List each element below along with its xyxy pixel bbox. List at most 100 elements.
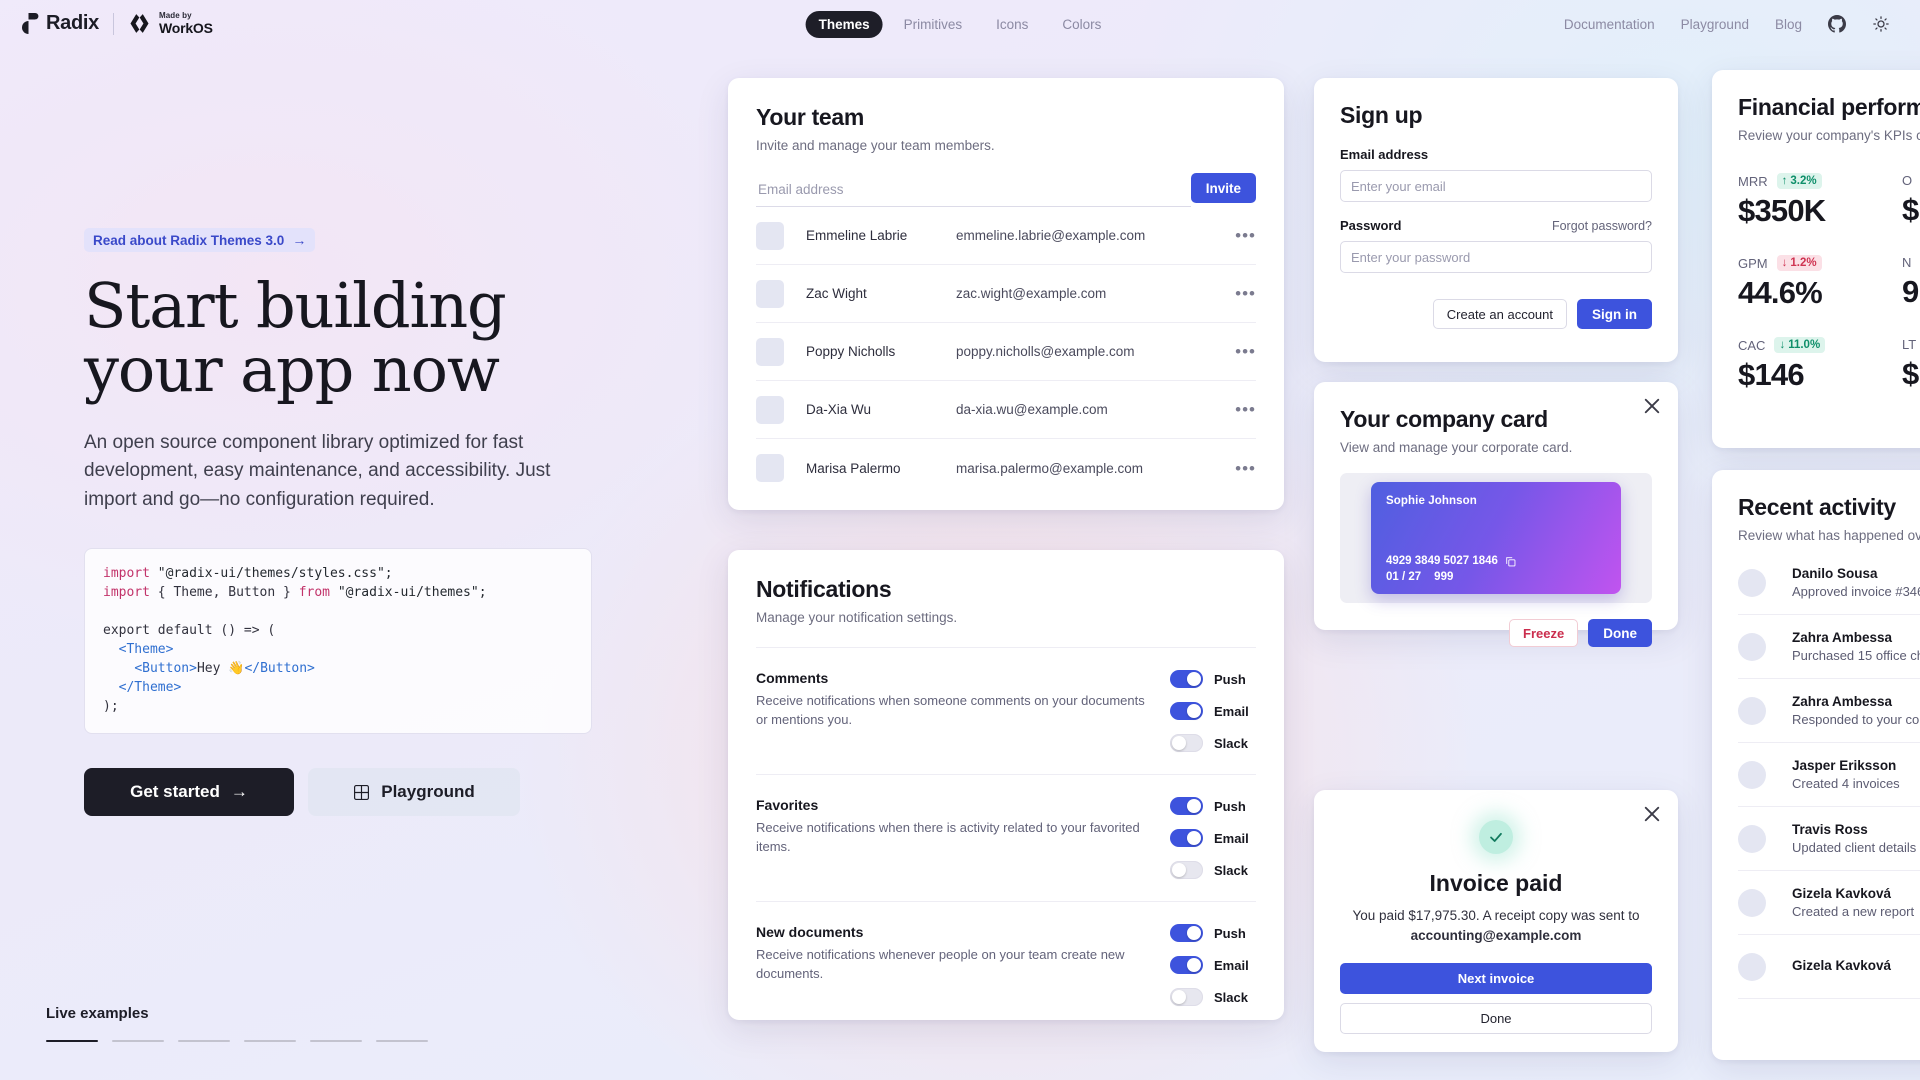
kpi-header: O bbox=[1902, 173, 1920, 188]
team-member-name: Zac Wight bbox=[806, 286, 867, 301]
radix-logo-link[interactable]: Radix bbox=[22, 12, 99, 35]
list-item[interactable]: Gizela Kavková Created a new report bbox=[1738, 871, 1920, 935]
team-member-email: poppy.nicholls@example.com bbox=[956, 344, 1135, 359]
check-icon bbox=[1490, 832, 1502, 842]
notification-group-description: Receive notifications whenever people on… bbox=[756, 947, 1125, 981]
toggle-push[interactable] bbox=[1170, 797, 1203, 815]
avatar bbox=[1738, 760, 1766, 789]
switch-row-email[interactable]: Email bbox=[1170, 956, 1256, 974]
email-field[interactable] bbox=[1340, 170, 1652, 202]
toggle-slack[interactable] bbox=[1170, 988, 1203, 1006]
row-menu-icon[interactable]: ••• bbox=[1235, 285, 1256, 302]
activity-person-name: Zahra Ambessa bbox=[1792, 694, 1893, 709]
team-member-name: Da-Xia Wu bbox=[806, 402, 872, 417]
sign-in-button[interactable]: Sign in bbox=[1577, 299, 1652, 329]
copy-icon[interactable] bbox=[1505, 556, 1516, 567]
activity-text: Zahra Ambessa Purchased 15 office chair bbox=[1792, 630, 1920, 663]
nav-tab-icons[interactable]: Icons bbox=[983, 11, 1041, 38]
radix-logo-icon bbox=[22, 13, 39, 35]
toggle-push[interactable] bbox=[1170, 670, 1203, 688]
toggle-email[interactable] bbox=[1170, 702, 1203, 720]
list-item[interactable]: Gizela Kavková bbox=[1738, 935, 1920, 999]
next-invoice-button[interactable]: Next invoice bbox=[1340, 963, 1652, 995]
switch-row-slack[interactable]: Slack bbox=[1170, 988, 1256, 1006]
close-icon[interactable] bbox=[1642, 804, 1662, 824]
toggle-knob bbox=[1187, 831, 1201, 845]
nav-link-blog[interactable]: Blog bbox=[1775, 17, 1802, 32]
table-row[interactable]: Marisa Palermo marisa.palermo@example.co… bbox=[756, 439, 1256, 497]
kpi-value: 44.6% bbox=[1738, 275, 1823, 310]
live-example-bar-6[interactable] bbox=[376, 1039, 428, 1042]
toggle-slack[interactable] bbox=[1170, 861, 1203, 879]
notification-group-new-documents: New documents Receive notifications when… bbox=[756, 901, 1256, 1028]
list-item[interactable]: Jasper Eriksson Created 4 invoices bbox=[1738, 743, 1920, 807]
nav-tab-themes[interactable]: Themes bbox=[805, 10, 883, 38]
forgot-password-link[interactable]: Forgot password? bbox=[1552, 219, 1652, 233]
table-row[interactable]: Emmeline Labrie emmeline.labrie@example.… bbox=[756, 207, 1256, 265]
nav-link-documentation[interactable]: Documentation bbox=[1564, 17, 1655, 32]
theme-toggle-button[interactable] bbox=[1872, 15, 1890, 33]
row-menu-icon[interactable]: ••• bbox=[1235, 401, 1256, 418]
nav-tab-colors[interactable]: Colors bbox=[1049, 11, 1114, 38]
code-import-named: { Theme, Button } bbox=[157, 585, 291, 601]
switch-row-push[interactable]: Push bbox=[1170, 797, 1256, 815]
toggle-label-slack: Slack bbox=[1214, 989, 1248, 1005]
table-row[interactable]: Da-Xia Wu da-xia.wu@example.com ••• bbox=[756, 381, 1256, 439]
notification-group-text: Comments Receive notifications when some… bbox=[756, 670, 1170, 752]
code-import-keyword-2: import bbox=[103, 585, 150, 601]
nav-link-playground[interactable]: Playground bbox=[1681, 17, 1749, 32]
switch-row-slack[interactable]: Slack bbox=[1170, 861, 1256, 879]
list-item[interactable]: Zahra Ambessa Responded to your comm bbox=[1738, 679, 1920, 743]
nav-tab-primitives[interactable]: Primitives bbox=[891, 11, 976, 38]
switch-row-push[interactable]: Push bbox=[1170, 924, 1256, 942]
workos-link[interactable]: Made by WorkOS bbox=[128, 12, 213, 35]
row-menu-icon[interactable]: ••• bbox=[1235, 343, 1256, 360]
list-item[interactable]: Danilo Sousa Approved invoice #3461 bbox=[1738, 551, 1920, 615]
table-row[interactable]: Zac Wight zac.wight@example.com ••• bbox=[756, 265, 1256, 323]
github-link[interactable] bbox=[1828, 15, 1846, 33]
live-example-bar-1[interactable] bbox=[46, 1039, 98, 1042]
kpi-header: N bbox=[1902, 255, 1920, 270]
row-menu-icon[interactable]: ••• bbox=[1235, 460, 1256, 477]
your-team-card: Your team Invite and manage your team me… bbox=[728, 78, 1284, 510]
table-row[interactable]: Poppy Nicholls poppy.nicholls@example.co… bbox=[756, 323, 1256, 381]
playground-button[interactable]: Playground bbox=[308, 768, 520, 817]
toggle-push[interactable] bbox=[1170, 924, 1203, 942]
notifications-card: Notifications Manage your notification s… bbox=[728, 550, 1284, 1020]
notification-channel-switches: Push Email Slack bbox=[1170, 924, 1256, 1006]
live-example-bar-2[interactable] bbox=[112, 1039, 164, 1042]
invite-button[interactable]: Invite bbox=[1190, 173, 1256, 203]
list-item[interactable]: Travis Ross Updated client details for bbox=[1738, 807, 1920, 871]
get-started-button[interactable]: Get started → bbox=[84, 768, 294, 817]
hero-announcement-link[interactable]: Read about Radix Themes 3.0 → bbox=[84, 228, 316, 252]
switch-row-email[interactable]: Email bbox=[1170, 829, 1256, 847]
toggle-slack[interactable] bbox=[1170, 734, 1203, 752]
recent-activity-subtitle: Review what has happened over t bbox=[1738, 528, 1920, 543]
done-button[interactable]: Done bbox=[1588, 619, 1652, 647]
password-field[interactable] bbox=[1340, 241, 1652, 273]
live-example-bar-3[interactable] bbox=[178, 1039, 230, 1042]
switch-row-slack[interactable]: Slack bbox=[1170, 734, 1256, 752]
code-theme-close-tag: </Theme> bbox=[118, 680, 182, 696]
avatar bbox=[756, 395, 784, 424]
invoice-done-button[interactable]: Done bbox=[1340, 1003, 1652, 1035]
notifications-subtitle: Manage your notification settings. bbox=[756, 610, 958, 625]
team-email-input[interactable] bbox=[756, 173, 1191, 207]
switch-row-push[interactable]: Push bbox=[1170, 670, 1256, 688]
activity-person-name: Gizela Kavková bbox=[1792, 957, 1892, 973]
toggle-email[interactable] bbox=[1170, 956, 1203, 974]
avatar bbox=[1738, 568, 1766, 597]
row-menu-icon[interactable]: ••• bbox=[1235, 227, 1256, 244]
live-example-bar-5[interactable] bbox=[310, 1039, 362, 1042]
list-item[interactable]: Zahra Ambessa Purchased 15 office chair bbox=[1738, 615, 1920, 679]
toggle-knob bbox=[1187, 704, 1201, 718]
live-example-bar-4[interactable] bbox=[244, 1039, 296, 1042]
freeze-button[interactable]: Freeze bbox=[1509, 619, 1579, 647]
toggle-knob bbox=[1187, 799, 1201, 813]
recent-activity-card: Recent activity Review what has happened… bbox=[1712, 470, 1920, 1060]
switch-row-email[interactable]: Email bbox=[1170, 702, 1256, 720]
toggle-email[interactable] bbox=[1170, 829, 1203, 847]
close-icon[interactable] bbox=[1642, 396, 1662, 416]
create-account-button[interactable]: Create an account bbox=[1432, 299, 1567, 329]
company-card-preview-frame: Sophie Johnson 4929 3849 5027 1846 01 / … bbox=[1340, 473, 1652, 603]
